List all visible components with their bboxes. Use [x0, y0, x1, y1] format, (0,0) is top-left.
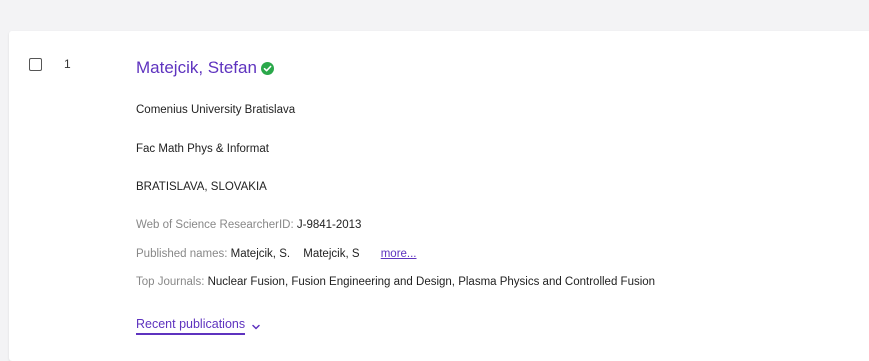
chevron-down-icon — [251, 321, 261, 331]
published-names-label: Published names: — [136, 248, 228, 260]
author-name-link[interactable]: Matejcik, Stefan — [136, 58, 257, 78]
author-record-card — [9, 31, 869, 361]
top-journals-row: Top Journals: Nuclear Fusion, Fusion Eng… — [136, 276, 655, 288]
top-journals-value: Nuclear Fusion, Fusion Engineering and D… — [207, 276, 656, 288]
researcher-id-value: J-9841-2013 — [296, 219, 362, 231]
top-band — [0, 0, 869, 8]
department: Fac Math Phys & Informat — [136, 143, 269, 155]
location: BRATISLAVA, SLOVAKIA — [136, 181, 267, 193]
institution: Comenius University Bratislava — [136, 104, 296, 116]
recent-publications-toggle[interactable]: Recent publications — [136, 317, 261, 335]
published-name: Matejcik, S — [303, 248, 360, 260]
published-names-row: Published names: Matejcik, S. Matejcik, … — [136, 248, 417, 260]
top-journals-label: Top Journals: — [136, 276, 205, 288]
author-name-row: Matejcik, Stefan — [136, 58, 274, 78]
researcher-id-label: Web of Science ResearcherID: — [136, 219, 294, 231]
researcher-id-row: Web of Science ResearcherID: J-9841-2013 — [136, 219, 361, 231]
recent-publications-label: Recent publications — [136, 317, 246, 335]
check-circle-icon — [260, 61, 274, 75]
record-index: 1 — [64, 57, 71, 71]
published-name: Matejcik, S. — [230, 248, 291, 260]
select-record-checkbox[interactable] — [29, 58, 42, 71]
more-names-link[interactable]: more... — [381, 248, 417, 260]
